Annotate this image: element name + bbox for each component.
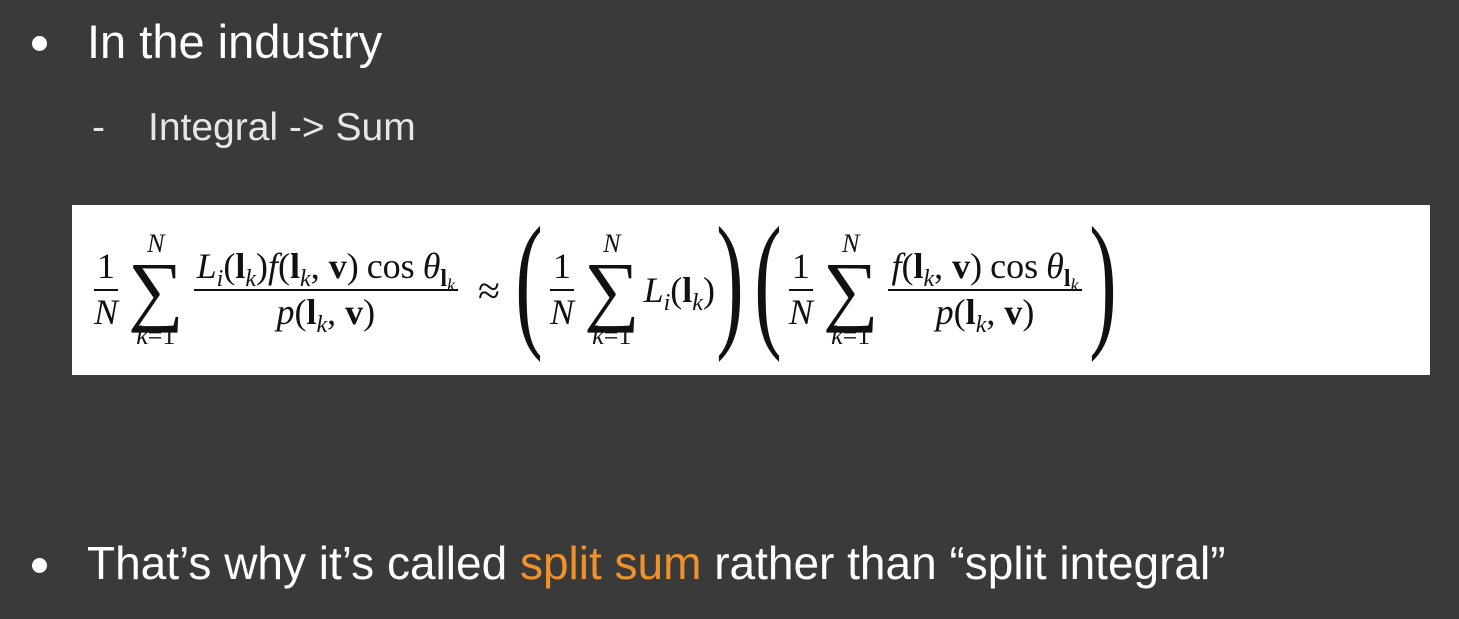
left-paren: ( [515,197,543,363]
bullet-text: In the industry [87,15,383,68]
sub-bullet: - Integral -> Sum [92,106,416,150]
fraction-one-over-n: 1N [788,246,813,332]
highlight-split-sum: split sum [519,537,702,589]
summation: N ∑ k=1 [583,228,640,351]
bullet-dot-icon [32,36,47,51]
integrand-fraction: Li(lk)f(lk, v) cos θlk p(lk, v) [193,247,459,337]
fraction-one-over-n: 1N [94,246,119,332]
bullet-in-the-industry: In the industry [32,14,382,69]
brdf-fraction: f(lk, v) cos θlk p(lk, v) [888,247,1082,337]
approx-sign: ≈ [478,267,500,313]
bullet-dot-icon [32,557,47,573]
right-paren: ) [716,197,744,363]
bullet-split-sum: That’s why it’s called split sum rather … [32,536,1226,590]
radiance-term: Li(lk) [643,270,715,316]
right-paren: ) [1088,197,1117,363]
summation: N ∑ k=1 [128,228,184,351]
bullet-text-after: rather than “split integral” [701,537,1226,589]
split-sum-formula: 1N N ∑ k=1 Li(lk)f(lk, v) cos θlk p(lk, v) ≈… [72,205,1430,375]
sub-bullet-dash: - [92,106,105,149]
sub-bullet-text: Integral -> Sum [148,106,416,149]
left-paren: ( [754,197,782,363]
bullet-text-before: That’s why it’s called [87,537,520,589]
fraction-one-over-n: 1N [549,246,574,332]
summation: N ∑ k=1 [822,228,879,351]
